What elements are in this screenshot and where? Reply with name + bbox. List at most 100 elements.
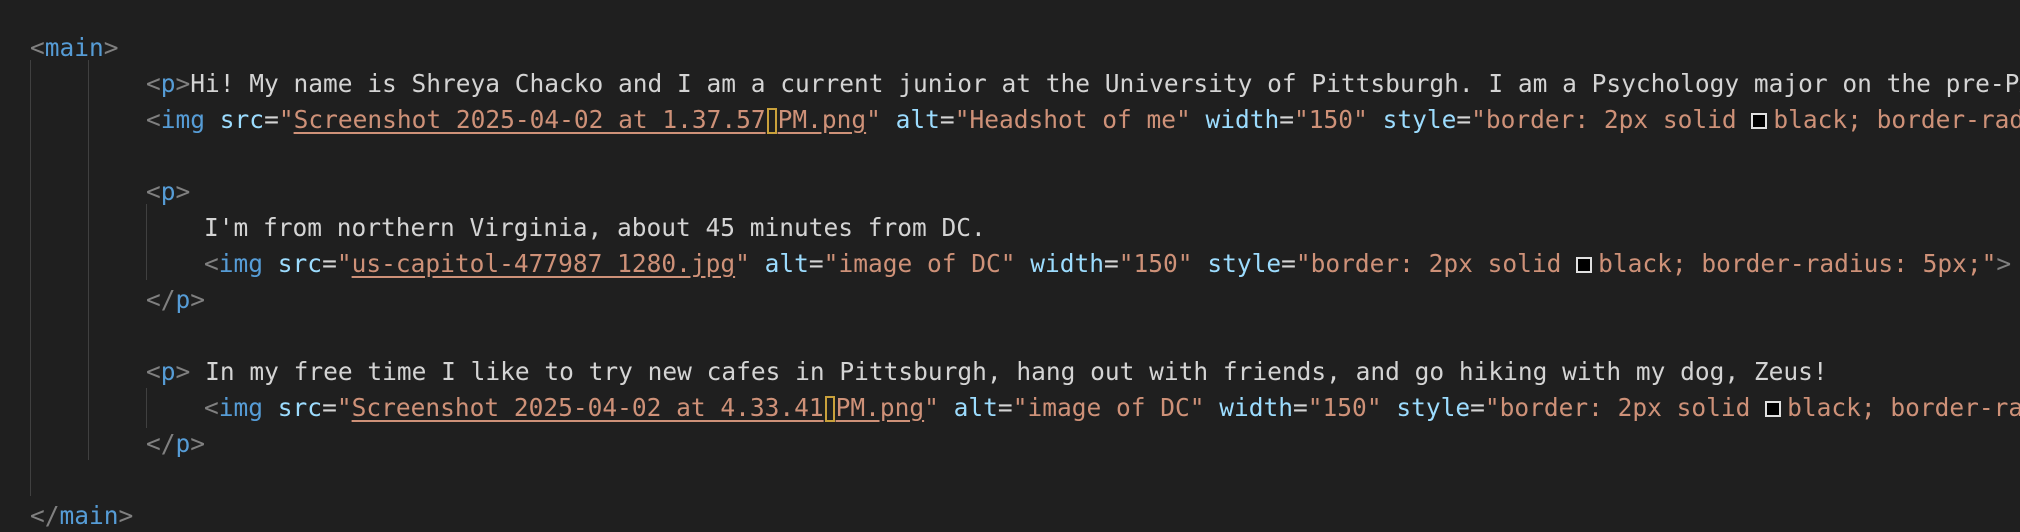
color-swatch-icon[interactable] [1751,113,1768,129]
attribute-value: border: 2px solid [1310,249,1577,278]
quote: " [1484,393,1500,422]
code-line[interactable]: <p>Hi! My name is Shreya Chacko and I am… [146,66,2020,102]
whitespace-highlight [766,108,777,134]
attribute-value: black; border-radius: 5px; [1598,249,1982,278]
file-link[interactable]: Screenshot 2025-04-02 at 1.37.57 [294,105,766,134]
attribute-name: alt [764,249,809,278]
equals-sign: = [1281,249,1296,278]
angle-bracket: > [175,357,191,386]
angle-bracket: > [175,177,191,206]
angle-bracket: < [204,249,219,278]
attribute-value: Headshot of me [969,105,1176,134]
tag-name: main [44,33,104,62]
attribute-name: style [1396,393,1471,422]
tag-name: img [218,393,264,422]
code-line[interactable]: <p> [146,174,190,210]
equals-sign: = [322,249,337,278]
quote: " [336,249,352,278]
attribute-name: style [1382,105,1457,134]
quote: " [823,249,839,278]
tag-name: p [160,357,176,386]
angle-bracket: < [146,69,161,98]
code-line[interactable]: </p> [146,426,205,462]
file-link[interactable]: PM.png [836,393,925,422]
code-line[interactable]: <p> In my free time I like to try new ca… [146,354,1828,390]
equals-sign: = [322,393,337,422]
attribute-value: image of DC [838,249,1001,278]
color-swatch-icon[interactable] [1765,401,1782,417]
code-line[interactable]: <img src="us-capitol-477987_1280.jpg" al… [204,246,2011,282]
code-editor[interactable]: <main> <p>Hi! My name is Shreya Chacko a… [0,0,2020,532]
quote: " [1981,249,1997,278]
attribute-value: 150 [1133,249,1178,278]
file-link[interactable]: PM.png [778,105,867,134]
quote: " [1189,393,1205,422]
code-line[interactable]: I'm from northern Virginia, about 45 min… [204,210,986,246]
attribute-name: style [1207,249,1282,278]
angle-bracket: </ [146,429,176,458]
tag-name: img [218,249,264,278]
angle-bracket: < [146,177,161,206]
indent-guide [146,388,147,428]
tag-name: main [59,501,119,530]
quote: " [1307,393,1323,422]
quote: " [1353,105,1368,134]
angle-bracket: </ [146,285,176,314]
angle-bracket: > [118,501,134,530]
quote: " [1366,393,1382,422]
angle-bracket: < [146,105,161,134]
equals-sign: = [808,249,824,278]
quote: " [1175,105,1191,134]
attribute-value: border: 2px solid [1485,105,1752,134]
attribute-name: width [1205,105,1280,134]
attribute-name: alt [953,393,998,422]
code-line[interactable]: <img src="Screenshot 2025-04-02 at 1.37.… [146,102,2020,138]
attribute-value: black; border-radiu [1773,105,2020,134]
equals-sign: = [1456,105,1472,134]
color-swatch-icon[interactable] [1576,257,1593,273]
code-line[interactable]: <main> [30,30,119,66]
tag-name: p [160,177,176,206]
quote: " [1118,249,1134,278]
angle-bracket: > [1996,249,2012,278]
attribute-name: src [277,393,323,422]
quote: " [336,393,352,422]
equals-sign: = [939,105,955,134]
quote: " [866,105,881,134]
angle-bracket: > [190,429,206,458]
quote: " [1294,105,1309,134]
tag-name: p [175,429,191,458]
attribute-value: border: 2px solid [1499,393,1766,422]
paragraph-text: Hi! My name is Shreya Chacko and I am a … [190,69,2020,98]
code-line[interactable]: </p> [146,282,205,318]
angle-bracket: < [204,393,219,422]
attribute-name: width [1030,249,1104,278]
attribute-name: alt [895,105,940,134]
attribute-name: src [219,105,265,134]
quote: " [1471,105,1486,134]
quote: " [1012,393,1028,422]
tag-name: p [160,69,176,98]
quote: " [924,393,939,422]
code-line[interactable]: </main> [30,498,133,532]
quote: " [1177,249,1193,278]
indent-guide [30,60,31,496]
whitespace-highlight [824,396,835,422]
code-line[interactable]: <img src="Screenshot 2025-04-02 at 4.33.… [204,390,2020,426]
attribute-value: image of DC [1027,393,1190,422]
file-link[interactable]: us-capitol-477987_1280.jpg [352,249,736,278]
angle-bracket: > [103,33,119,62]
indent-guide [146,204,147,280]
equals-sign: = [1279,105,1295,134]
attribute-value: 150 [1308,105,1354,134]
quote: " [278,105,294,134]
equals-sign: = [264,105,279,134]
equals-sign: = [997,393,1013,422]
angle-bracket: < [30,33,45,62]
paragraph-text: I'm from northern Virginia, about 45 min… [204,213,986,242]
indent-guide [88,60,89,460]
file-link[interactable]: Screenshot 2025-04-02 at 4.33.41 [352,393,824,422]
equals-sign: = [1104,249,1119,278]
tag-name: p [175,285,191,314]
attribute-value: 150 [1322,393,1367,422]
